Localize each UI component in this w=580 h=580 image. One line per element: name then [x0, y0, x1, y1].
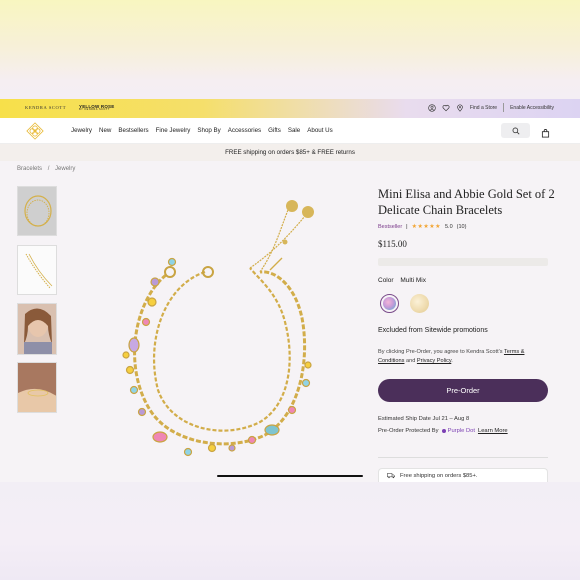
section-divider — [378, 457, 548, 458]
truck-icon — [387, 473, 395, 479]
estimated-ship-date: Estimated Ship Date Jul 21 – Aug 8 — [378, 416, 470, 422]
utility-links: Find a Store Enable Accessibility — [428, 103, 554, 112]
account-icon[interactable] — [428, 103, 436, 112]
nav-item-about-us[interactable]: About Us — [307, 127, 332, 134]
nav-item-new[interactable]: New — [99, 127, 111, 134]
legal-prefix: By clicking Pre-Order, you agree to Kend… — [378, 349, 504, 355]
review-count[interactable]: (10) — [457, 224, 467, 230]
brand-yellow-rose[interactable]: YELLOW ROSE BY KENDRA SCOTT — [79, 104, 114, 111]
protected-label: Pre-Order Protected By — [378, 428, 439, 434]
preorder-legal-text: By clicking Pre-Order, you agree to Kend… — [378, 348, 548, 366]
legal-end: . — [451, 358, 453, 364]
color-label: Color — [378, 277, 394, 284]
purple-dot-label: Purple Dot — [447, 428, 475, 434]
breadcrumb: Bracelets / Jewelry — [17, 166, 79, 172]
star-rating-icon[interactable]: ★★★★★ — [412, 223, 441, 230]
thumbnail-3[interactable] — [17, 303, 57, 355]
search-icon — [512, 127, 519, 134]
color-value: Multi Mix — [400, 277, 426, 284]
free-shipping-banner[interactable]: FREE shipping on orders $85+ & FREE retu… — [0, 144, 580, 161]
breadcrumb-separator: / — [47, 166, 50, 172]
rating-value: 5.0 — [445, 223, 453, 230]
brand-yellow-rose-sub: BY KENDRA SCOTT — [79, 108, 110, 111]
image-carousel-scrollbar[interactable] — [217, 475, 363, 477]
product-title: Mini Elisa and Abbie Gold Set of 2 Delic… — [378, 187, 555, 217]
main-nav: Jewelry New Bestsellers Fine Jewelry Sho… — [0, 118, 580, 144]
badge-separator: | — [406, 223, 408, 230]
nav-item-accessories[interactable]: Accessories — [228, 127, 261, 134]
swatch-multi-mix[interactable] — [380, 294, 399, 313]
breadcrumb-jewelry[interactable]: Jewelry — [55, 166, 75, 172]
bestseller-badge: Bestseller — [378, 223, 403, 230]
product-price: $115.00 — [378, 239, 407, 249]
shopping-bag-icon[interactable] — [541, 125, 550, 143]
nav-item-gifts[interactable]: Gifts — [268, 127, 281, 134]
thumbnail-1[interactable] — [17, 186, 57, 236]
legal-and: and — [404, 358, 417, 364]
top-brand-strip: KENDRA SCOTT YELLOW ROSE BY KENDRA SCOTT… — [0, 99, 580, 118]
swatch-alt-gold[interactable] — [410, 294, 429, 313]
purple-dot-icon — [441, 429, 446, 433]
search-button[interactable] — [501, 123, 530, 138]
payment-info-placeholder — [378, 258, 548, 266]
divider — [503, 103, 505, 112]
brand-kendra-scott[interactable]: KENDRA SCOTT — [25, 105, 66, 110]
accessibility-link[interactable]: Enable Accessibility — [510, 105, 554, 111]
free-shipping-card: Free shipping on orders $85+. — [378, 468, 548, 482]
thumbnail-4[interactable] — [17, 362, 57, 413]
nav-item-fine-jewelry[interactable]: Fine Jewelry — [156, 127, 191, 134]
free-shipping-card-text: Free shipping on orders $85+. — [400, 472, 478, 479]
kendra-scott-logo[interactable] — [26, 122, 44, 140]
thumbnail-2[interactable] — [17, 245, 57, 295]
location-pin-icon[interactable] — [456, 103, 464, 112]
page-background — [0, 482, 580, 580]
heart-icon[interactable] — [442, 104, 450, 112]
purple-dot-protection: Pre-Order Protected By Purple Dot Learn … — [378, 428, 508, 434]
purple-dot-brand: Purple Dot — [441, 428, 475, 434]
learn-more-link[interactable]: Learn More — [478, 428, 508, 434]
nav-item-shop-by[interactable]: Shop By — [197, 127, 220, 134]
nav-item-sale[interactable]: Sale — [288, 127, 300, 134]
nav-item-jewelry[interactable]: Jewelry — [71, 127, 92, 134]
find-store-link[interactable]: Find a Store — [470, 105, 497, 111]
pre-order-button[interactable]: Pre-Order — [378, 379, 548, 402]
color-selector-label: Color Multi Mix — [378, 277, 426, 284]
product-image[interactable] — [110, 190, 345, 465]
privacy-link[interactable]: Privacy Policy — [417, 358, 451, 364]
rating-row: Bestseller | ★★★★★ 5.0 (10) — [378, 223, 467, 231]
breadcrumb-bracelets[interactable]: Bracelets — [17, 166, 42, 172]
exclusion-notice: Excluded from Sitewide promotions — [378, 327, 488, 334]
nav-item-bestsellers[interactable]: Bestsellers — [118, 127, 148, 134]
nav-menu: Jewelry New Bestsellers Fine Jewelry Sho… — [71, 127, 333, 134]
